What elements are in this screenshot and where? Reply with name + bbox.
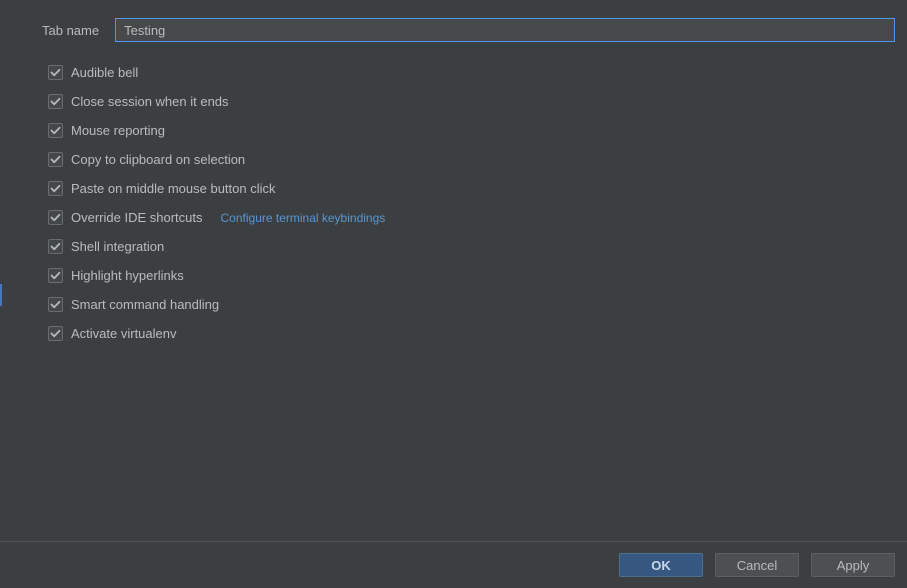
checkbox[interactable] [48, 297, 63, 312]
option-label: Shell integration [71, 239, 164, 254]
option-row: Highlight hyperlinks [48, 267, 897, 284]
tab-name-label: Tab name [42, 23, 115, 38]
checkbox[interactable] [48, 65, 63, 80]
option-row: Close session when it ends [48, 93, 897, 110]
settings-panel: Tab name Audible bell Close session when … [0, 0, 907, 540]
checkbox[interactable] [48, 123, 63, 138]
option-row: Mouse reporting [48, 122, 897, 139]
apply-button[interactable]: Apply [811, 553, 895, 577]
option-row: Shell integration [48, 238, 897, 255]
option-label: Smart command handling [71, 297, 219, 312]
checkbox[interactable] [48, 239, 63, 254]
option-label: Activate virtualenv [71, 326, 177, 341]
option-label: Audible bell [71, 65, 138, 80]
option-label: Copy to clipboard on selection [71, 152, 245, 167]
option-label: Override IDE shortcuts [71, 210, 203, 225]
checkbox[interactable] [48, 152, 63, 167]
checkbox[interactable] [48, 326, 63, 341]
options-list: Audible bell Close session when it ends Mo… [48, 64, 897, 342]
option-row: Smart command handling [48, 296, 897, 313]
checkbox[interactable] [48, 268, 63, 283]
cancel-button[interactable]: Cancel [715, 553, 799, 577]
option-row: Paste on middle mouse button click [48, 180, 897, 197]
option-label: Close session when it ends [71, 94, 229, 109]
option-label: Paste on middle mouse button click [71, 181, 276, 196]
checkbox[interactable] [48, 94, 63, 109]
tab-name-input[interactable] [115, 18, 895, 42]
option-row: Audible bell [48, 64, 897, 81]
selection-accent [0, 284, 2, 306]
option-row: Activate virtualenv [48, 325, 897, 342]
option-label: Highlight hyperlinks [71, 268, 184, 283]
option-label: Mouse reporting [71, 123, 165, 138]
option-row: Override IDE shortcuts Configure terminal… [48, 209, 897, 226]
ok-button[interactable]: OK [619, 553, 703, 577]
configure-keybindings-link[interactable]: Configure terminal keybindings [221, 211, 386, 225]
checkbox[interactable] [48, 181, 63, 196]
checkbox[interactable] [48, 210, 63, 225]
dialog-button-bar: OK Cancel Apply [0, 541, 907, 588]
tab-name-row: Tab name [42, 18, 897, 42]
option-row: Copy to clipboard on selection [48, 151, 897, 168]
